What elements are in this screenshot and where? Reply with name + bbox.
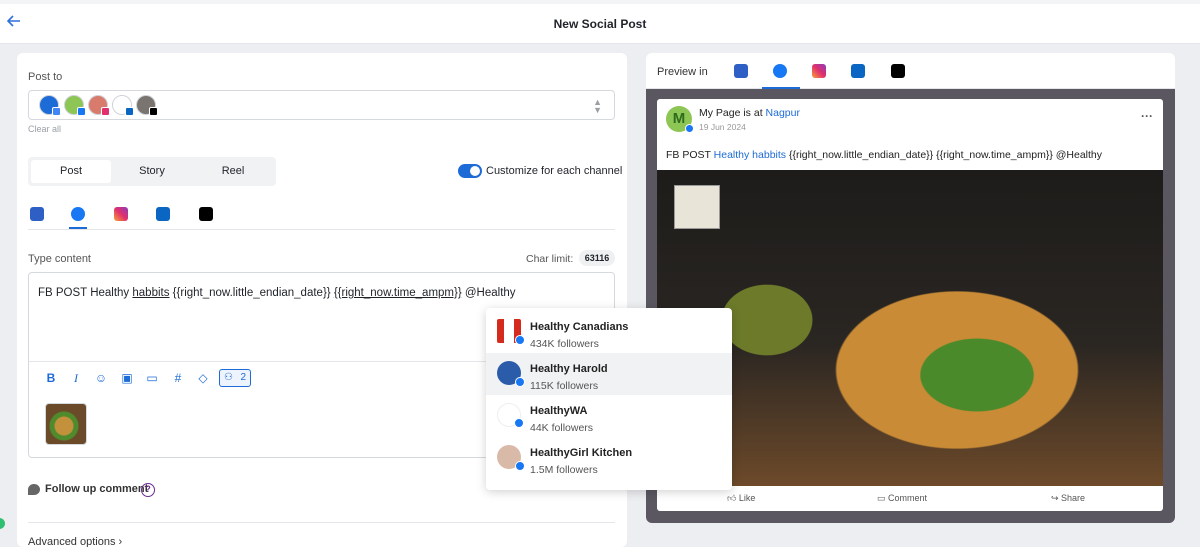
preview-label: Preview in: [657, 66, 708, 78]
x-account-avatar: [136, 95, 158, 116]
linkedin-channel-icon[interactable]: [156, 207, 170, 221]
video-icon[interactable]: ▭: [145, 371, 159, 385]
comment-icon: [28, 484, 40, 495]
advanced-options-label: Advanced options: [28, 536, 116, 547]
tab-reel[interactable]: Reel: [193, 160, 273, 183]
italic-icon[interactable]: I: [69, 371, 83, 385]
content-text[interactable]: FB POST Healthy habbits {{right_now.litt…: [38, 287, 516, 299]
thumbs-up-icon: 👍︎: [727, 493, 739, 503]
mention-option[interactable]: HealthyGirl Kitchen 1.5M followers: [486, 437, 732, 479]
instagram-account-avatar: [88, 95, 110, 116]
mention-dropdown: Healthy Canadians 434K followers Healthy…: [486, 308, 732, 490]
post-image: [657, 170, 1163, 486]
healthywa-avatar: [497, 403, 524, 428]
mention-followers: 44K followers: [530, 422, 594, 434]
bold-icon[interactable]: B: [44, 371, 58, 385]
preview-header: Preview in: [646, 53, 1175, 89]
page-avatar: M: [666, 106, 694, 133]
post-to-selector[interactable]: ▲ ▼: [28, 90, 615, 120]
page-title: New Social Post: [553, 17, 647, 31]
more-icon[interactable]: ···: [1141, 109, 1153, 123]
facebook-channel-icon[interactable]: [71, 207, 85, 221]
share-button[interactable]: ↪ Share: [1051, 493, 1085, 504]
tag-icon[interactable]: ◇: [196, 371, 210, 385]
mention-name: Healthy Canadians: [530, 321, 629, 333]
top-bar: New Social Post: [0, 0, 1200, 44]
mention-name: Healthy Harold: [530, 363, 608, 375]
facebook-account-avatar: [64, 95, 86, 116]
post-type-tabs: Post Story Reel: [28, 157, 276, 186]
post-date: 19 Jun 2024: [699, 122, 746, 132]
gbp-preview-icon[interactable]: [734, 64, 748, 78]
comment-button[interactable]: ▭ Comment: [877, 493, 927, 504]
linkedin-account-avatar: [112, 95, 134, 116]
mention-option[interactable]: Healthy Canadians 434K followers: [486, 311, 732, 353]
help-icon[interactable]: ?: [141, 483, 155, 497]
linkedin-preview-icon[interactable]: [851, 64, 865, 78]
post-to-label: Post to: [28, 71, 63, 83]
instagram-preview-icon[interactable]: [812, 64, 826, 78]
mention-followers: 115K followers: [530, 380, 599, 392]
follow-up-comment-label[interactable]: Follow up comment: [45, 483, 148, 495]
mention-button[interactable]: ⚇ 2: [219, 369, 251, 387]
customize-label: Customize for each channel: [486, 165, 623, 177]
share-icon: ↪: [1051, 493, 1062, 503]
mention-name: HealthyGirl Kitchen: [530, 447, 633, 459]
post-text: FB POST Healthy habbits {{right_now.litt…: [666, 149, 1103, 161]
emoji-icon[interactable]: ☺: [94, 371, 108, 385]
mention-name: HealthyWA: [530, 405, 588, 417]
healthygirl-kitchen-avatar: [497, 445, 525, 471]
facebook-preview-icon[interactable]: [773, 64, 787, 78]
comment-icon: ▭: [877, 493, 889, 503]
healthy-harold-avatar: [497, 361, 525, 387]
image-icon[interactable]: ▣: [120, 371, 134, 385]
hashtag-icon[interactable]: #: [171, 371, 185, 385]
advanced-divider: [28, 522, 615, 523]
tab-post[interactable]: Post: [31, 160, 111, 183]
mention-followers: 434K followers: [530, 338, 599, 350]
type-content-label: Type content: [28, 253, 91, 265]
media-thumbnail[interactable]: [45, 403, 87, 445]
gbp-channel-icon[interactable]: [30, 207, 44, 221]
people-icon: ⚇: [224, 372, 233, 383]
mention-followers: 1.5M followers: [530, 464, 598, 476]
like-button[interactable]: 👍︎ Like: [727, 493, 755, 504]
mention-option[interactable]: HealthyWA 44K followers: [486, 395, 732, 437]
mention-count: 2: [240, 372, 246, 383]
chevron-right-icon: ›: [118, 536, 123, 547]
instagram-channel-icon[interactable]: [114, 207, 128, 221]
mention-option[interactable]: Healthy Harold 115K followers: [486, 353, 732, 395]
char-limit-label: Char limit:: [526, 253, 574, 265]
advanced-options-toggle[interactable]: Advanced options ›: [28, 536, 122, 547]
customize-toggle[interactable]: [458, 164, 482, 178]
x-preview-icon[interactable]: [891, 64, 905, 78]
char-limit-badge: 63116: [579, 250, 615, 266]
active-channel-indicator: [69, 227, 87, 229]
channel-divider: [28, 229, 615, 230]
tab-story[interactable]: Story: [112, 160, 192, 183]
clear-all-link[interactable]: Clear all: [28, 124, 61, 134]
gbp-account-avatar: [39, 95, 61, 116]
page-name: My Page is at Nagpur: [699, 107, 800, 119]
healthy-canadians-avatar: [497, 319, 525, 345]
x-channel-icon[interactable]: [199, 207, 213, 221]
status-dot: [0, 518, 5, 529]
facebook-post-preview: M My Page is at Nagpur 19 Jun 2024 ··· F…: [657, 99, 1163, 511]
chevron-updown-icon: ▲ ▼: [593, 97, 602, 115]
thumbnail-overlay: [674, 185, 720, 229]
